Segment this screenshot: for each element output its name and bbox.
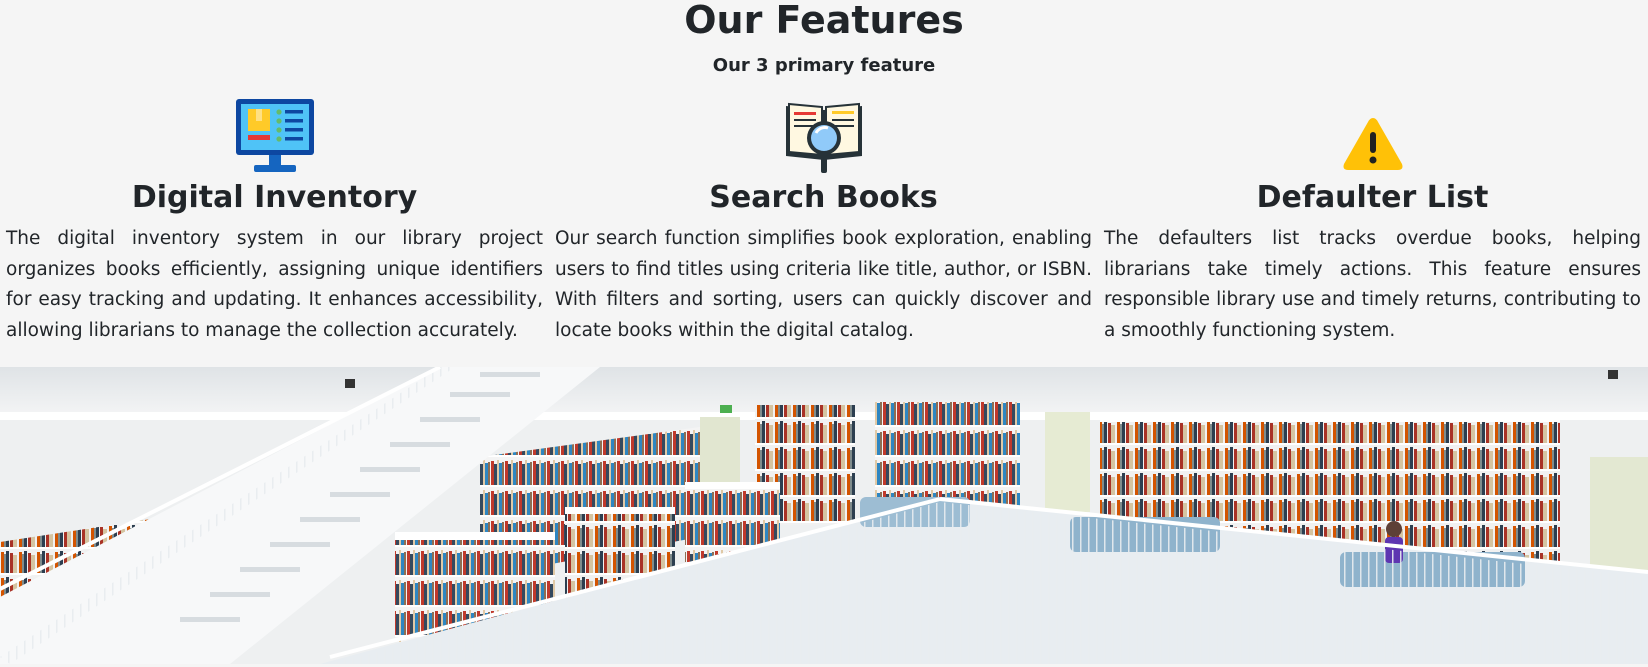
feature-title: Search Books bbox=[709, 180, 938, 215]
features-page: Our Features Our 3 primary feature Digit… bbox=[0, 0, 1648, 667]
features-header: Our Features Our 3 primary feature bbox=[0, 0, 1648, 77]
section-subtitle: Our 3 primary feature bbox=[712, 55, 936, 76]
feature-card-digital-inventory: Digital Inventory The digital inventory … bbox=[0, 96, 549, 346]
section-title: Our Features bbox=[684, 0, 964, 42]
library-interior-image bbox=[0, 367, 1648, 664]
feature-description: Our search function simplifies book expl… bbox=[555, 228, 1092, 341]
feature-card-search-books: Search Books Our search function simplif… bbox=[549, 96, 1098, 346]
feature-description: The defaulters list tracks overdue books… bbox=[1104, 228, 1641, 341]
warning-icon bbox=[1104, 96, 1641, 178]
features-row: Digital Inventory The digital inventory … bbox=[0, 96, 1648, 346]
feature-title: Digital Inventory bbox=[131, 180, 418, 215]
feature-title: Defaulter List bbox=[1256, 180, 1489, 215]
feature-description: The digital inventory system in our libr… bbox=[6, 228, 543, 341]
computer-monitor-icon bbox=[6, 96, 543, 178]
feature-card-defaulter-list: Defaulter List The defaulters list track… bbox=[1098, 96, 1647, 346]
book-search-icon bbox=[555, 96, 1092, 178]
